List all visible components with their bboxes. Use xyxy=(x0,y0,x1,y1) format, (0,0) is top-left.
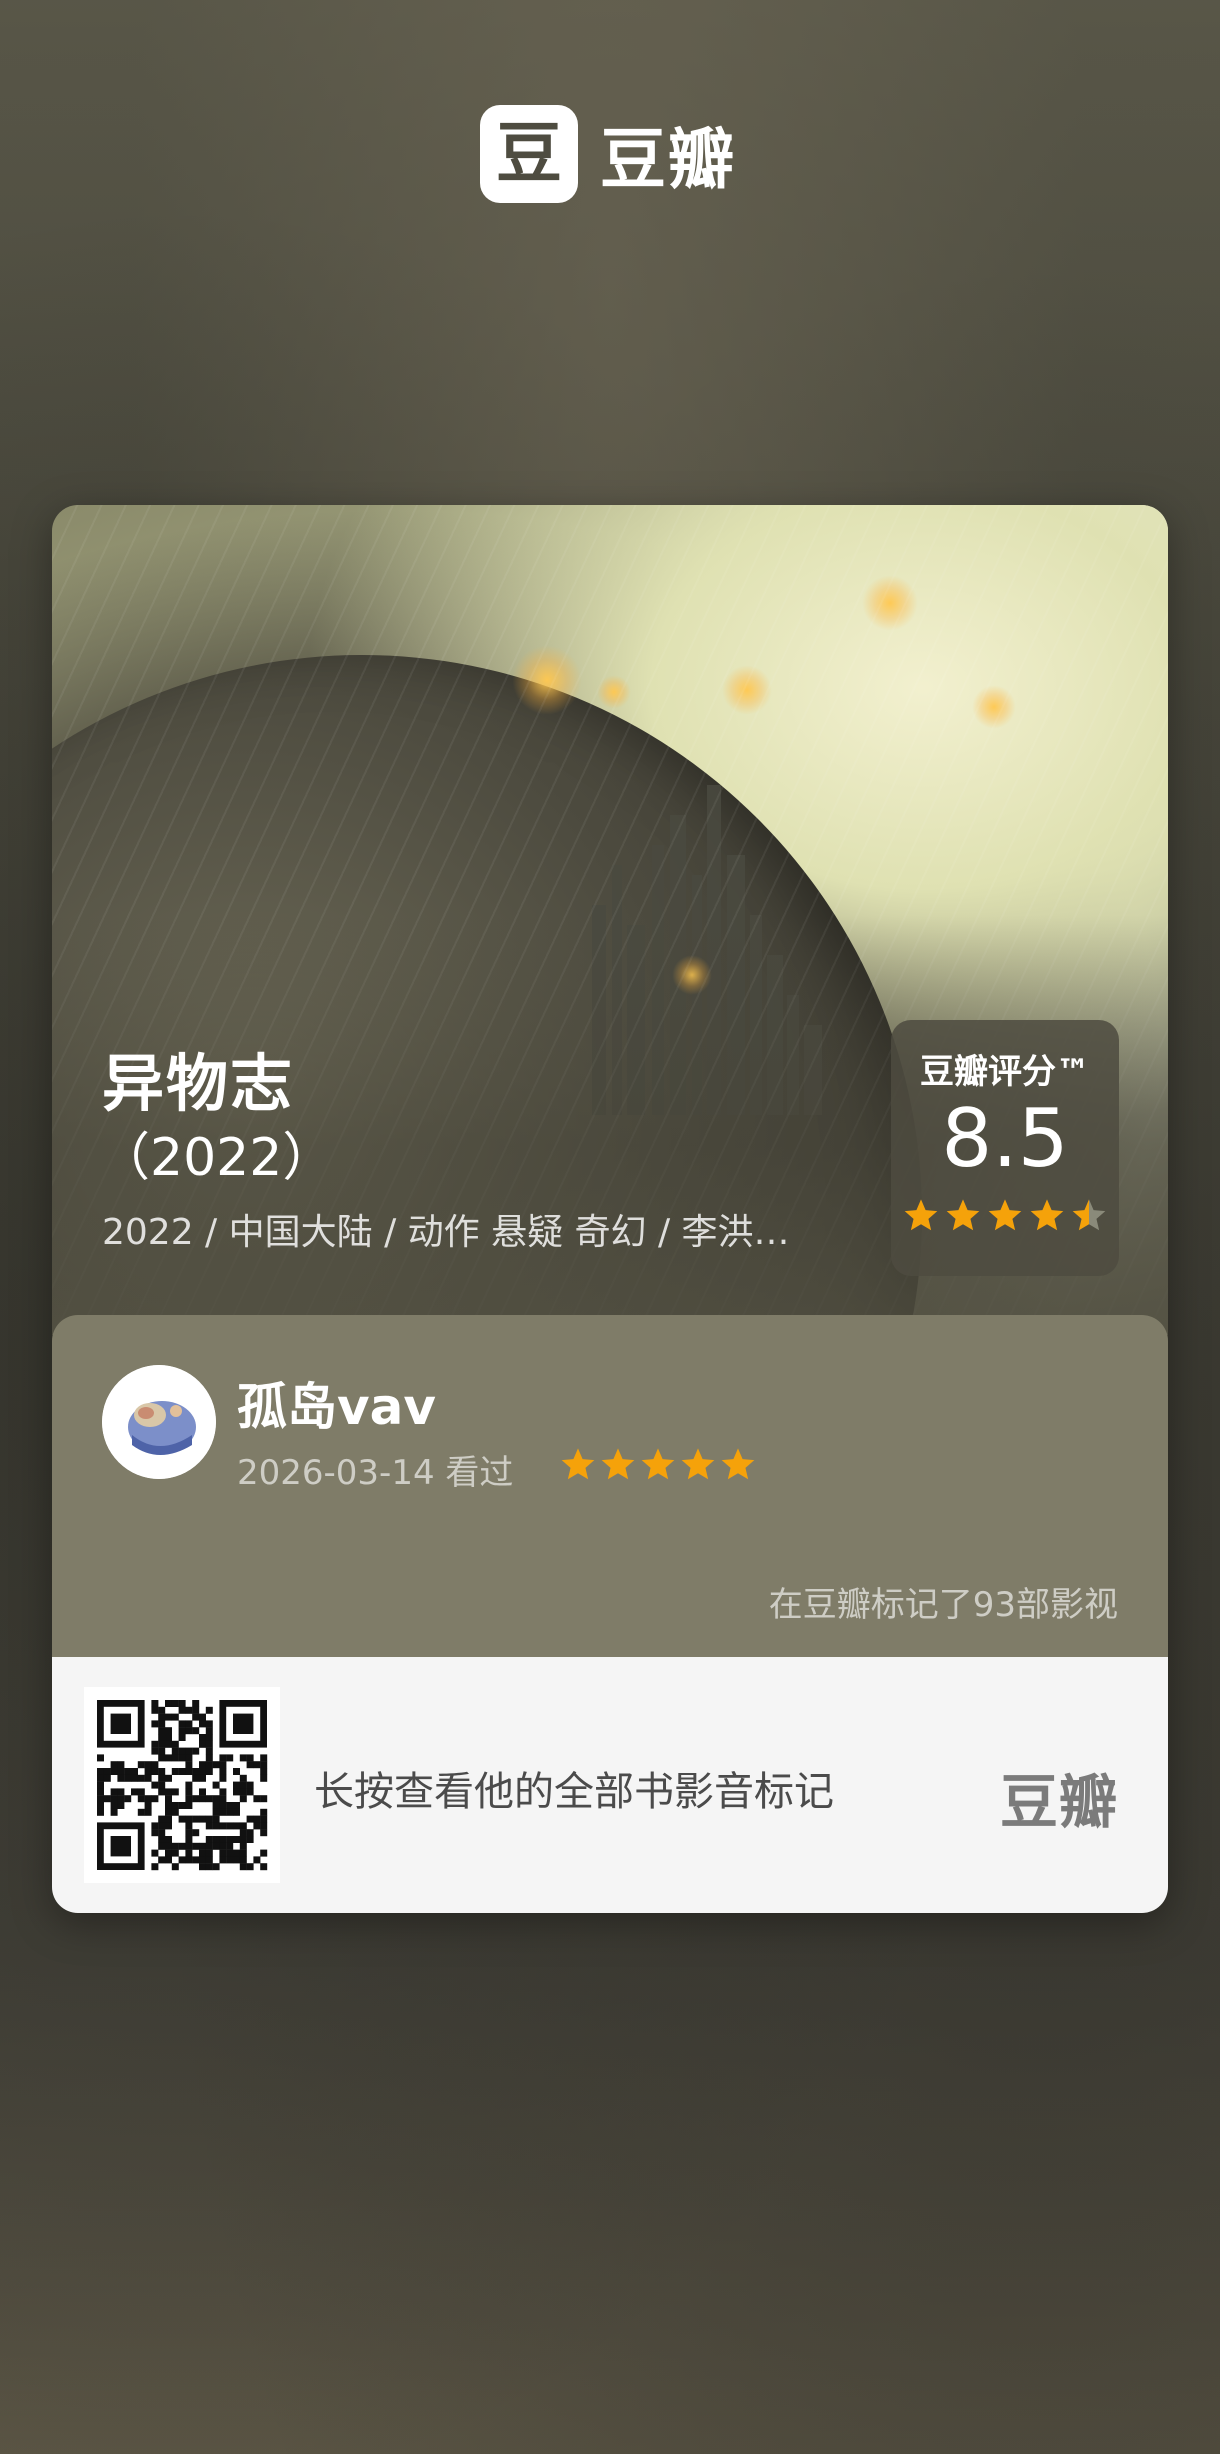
avatar-image xyxy=(102,1365,216,1479)
mark-count-text: 在豆瓣标记了93部影视 xyxy=(768,1585,1118,1625)
rating-score: 8.5 xyxy=(941,1092,1069,1185)
star-icon xyxy=(988,1199,1022,1231)
review-date-status: 2026-03-14 看过 xyxy=(237,1453,514,1493)
douban-brand-mark: 豆瓣 xyxy=(999,1768,1118,1836)
share-footer: 长按查看他的全部书影音标记 豆瓣 xyxy=(52,1657,1168,1913)
star-icon xyxy=(904,1199,938,1231)
share-screen: { "app": { "logo_mark": "豆", "logo_text"… xyxy=(0,0,1220,2454)
movie-poster: 异物志 （2022） 2022 / 中国大陆 / 动作 悬疑 奇幻 / 李洪… … xyxy=(52,505,1168,1335)
movie-year: （2022） xyxy=(98,1128,335,1188)
star-icon xyxy=(1030,1199,1064,1231)
star-icon xyxy=(1072,1199,1106,1231)
user-review: 孤岛vav 2026-03-14 看过 在豆瓣标记了93部影视 xyxy=(52,1315,1168,1667)
movie-title: 异物志 xyxy=(102,1047,295,1120)
douban-rating-box: 豆瓣评分™ 8.5 xyxy=(891,1020,1119,1276)
douban-logo-icon: 豆 xyxy=(480,105,578,203)
star-icon xyxy=(681,1448,715,1480)
long-press-prompt: 长按查看他的全部书影音标记 xyxy=(314,1769,834,1815)
username[interactable]: 孤岛vav xyxy=(237,1367,436,1439)
user-rating-stars xyxy=(559,1446,757,1484)
douban-logo: 豆 豆瓣 xyxy=(480,105,736,203)
star-icon xyxy=(641,1448,675,1480)
star-icon xyxy=(721,1448,755,1480)
star-icon xyxy=(561,1448,595,1480)
douban-logo-text: 豆瓣 xyxy=(600,121,736,198)
star-icon xyxy=(946,1199,980,1231)
qr-code[interactable] xyxy=(84,1687,280,1883)
avatar[interactable] xyxy=(102,1365,216,1479)
star-icon xyxy=(601,1448,635,1480)
rating-label: 豆瓣评分™ xyxy=(920,1052,1090,1092)
movie-meta: 2022 / 中国大陆 / 动作 悬疑 奇幻 / 李洪… xyxy=(102,1212,790,1253)
rating-stars xyxy=(902,1197,1108,1235)
share-card[interactable]: 异物志 （2022） 2022 / 中国大陆 / 动作 悬疑 奇幻 / 李洪… … xyxy=(52,505,1168,1913)
